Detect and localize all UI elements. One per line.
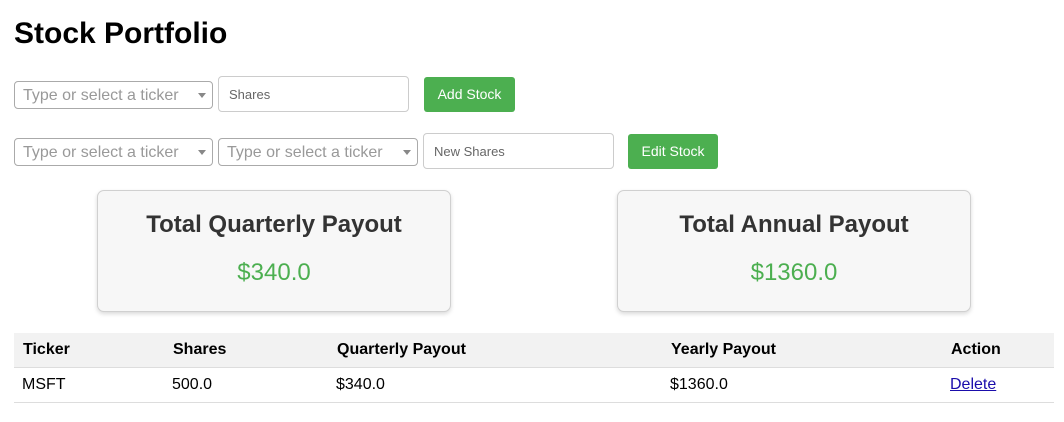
- cell-yearly-payout: $1360.0: [662, 367, 942, 403]
- cell-ticker: MSFT: [14, 367, 164, 403]
- delete-link[interactable]: Delete: [950, 376, 996, 393]
- new-shares-input[interactable]: [423, 133, 614, 169]
- dropdown-arrow-icon: [403, 150, 411, 155]
- annual-payout-card: Total Annual Payout $1360.0: [617, 190, 971, 312]
- edit-ticker-placeholder: Type or select a ticker: [23, 144, 179, 161]
- annual-payout-label: Total Annual Payout: [679, 211, 909, 238]
- header-ticker: Ticker: [14, 333, 164, 368]
- header-quarterly-payout: Quarterly Payout: [328, 333, 662, 368]
- new-ticker-select[interactable]: Type or select a ticker: [218, 138, 418, 166]
- dropdown-arrow-icon: [198, 150, 206, 155]
- cell-shares: 500.0: [164, 367, 328, 403]
- quarterly-payout-card: Total Quarterly Payout $340.0: [97, 190, 451, 312]
- table-header-row: Ticker Shares Quarterly Payout Yearly Pa…: [14, 333, 1054, 368]
- shares-input[interactable]: [218, 76, 409, 112]
- dropdown-arrow-icon: [198, 93, 206, 98]
- table-row: MSFT 500.0 $340.0 $1360.0 Delete: [14, 367, 1054, 403]
- portfolio-table: Ticker Shares Quarterly Payout Yearly Pa…: [14, 333, 1054, 403]
- add-ticker-select[interactable]: Type or select a ticker: [14, 81, 213, 109]
- page-title: Stock Portfolio: [14, 17, 228, 50]
- header-yearly-payout: Yearly Payout: [662, 333, 942, 368]
- quarterly-payout-label: Total Quarterly Payout: [146, 211, 402, 238]
- header-action: Action: [942, 333, 1054, 368]
- edit-ticker-select[interactable]: Type or select a ticker: [14, 138, 213, 166]
- cell-quarterly-payout: $340.0: [328, 367, 662, 403]
- edit-stock-button[interactable]: Edit Stock: [628, 134, 718, 169]
- stock-portfolio-page: Stock Portfolio Type or select a ticker …: [0, 0, 1064, 422]
- annual-payout-value: $1360.0: [750, 259, 838, 286]
- add-ticker-placeholder: Type or select a ticker: [23, 87, 179, 104]
- add-stock-button[interactable]: Add Stock: [424, 77, 515, 112]
- cell-action: Delete: [942, 367, 1054, 403]
- new-ticker-placeholder: Type or select a ticker: [227, 144, 383, 161]
- quarterly-payout-value: $340.0: [237, 259, 311, 286]
- header-shares: Shares: [164, 333, 328, 368]
